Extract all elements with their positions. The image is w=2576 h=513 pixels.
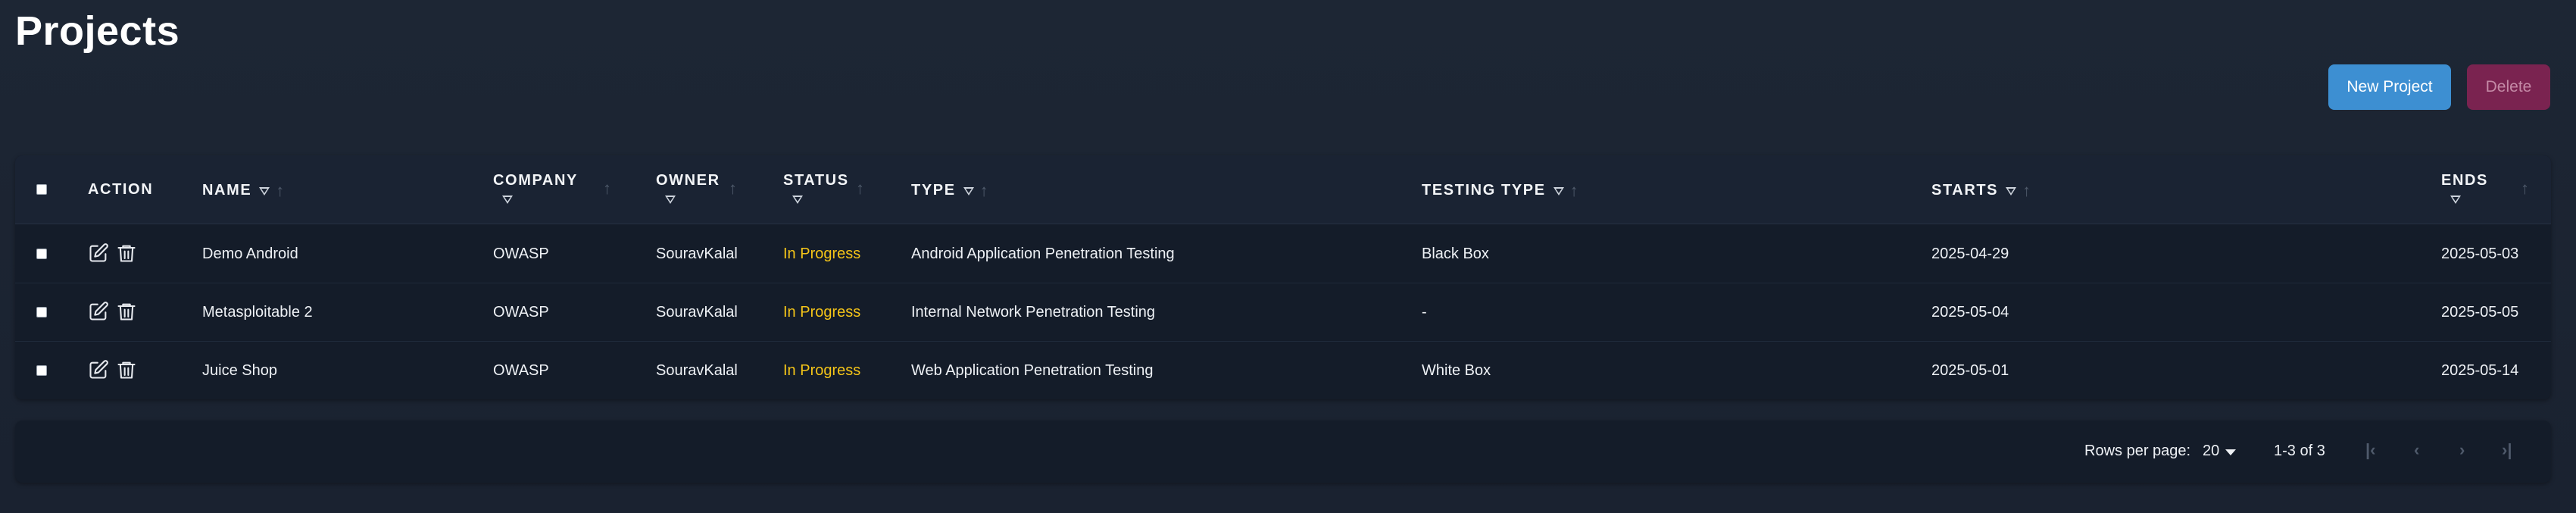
cell-type: Android Application Penetration Testing [911, 246, 1175, 262]
new-project-button[interactable]: New Project [2328, 64, 2451, 110]
trash-icon[interactable] [116, 242, 137, 264]
column-header-starts[interactable]: STARTS ↑ [1931, 181, 2032, 201]
filter-icon[interactable] [792, 196, 803, 204]
column-label-status: STATUS [783, 172, 849, 189]
cell-testing-type: Black Box [1422, 246, 1489, 262]
column-header-company[interactable]: COMPANY [493, 172, 578, 189]
filter-icon[interactable] [2006, 186, 2017, 196]
delete-button[interactable]: Delete [2467, 64, 2550, 110]
column-header-action: ACTION [88, 181, 153, 199]
column-label-type: TYPE [911, 182, 956, 199]
cell-company: OWASP [493, 246, 549, 262]
sort-arrow-icon[interactable]: ↑ [276, 181, 286, 201]
column-header-status[interactable]: STATUS [783, 172, 849, 189]
status-badge: In Progress [783, 362, 861, 379]
table-row[interactable]: Juice Shop OWASP SouravKalal In Progress… [15, 341, 2551, 399]
status-badge: In Progress [783, 304, 861, 321]
rows-per-page-label: Rows per page: [2084, 443, 2191, 459]
chevron-down-icon[interactable] [2225, 449, 2236, 455]
cell-type: Web Application Penetration Testing [911, 362, 1154, 379]
trash-icon[interactable] [116, 359, 137, 380]
cell-name[interactable]: Demo Android [202, 246, 298, 263]
cell-company: OWASP [493, 304, 549, 321]
projects-page: Projects New Project Delete ACTION NAME ↑… [0, 0, 2576, 513]
table-row[interactable]: Demo Android OWASP SouravKalal In Progre… [15, 224, 2551, 283]
cell-ends: 2025-05-14 [2441, 362, 2519, 379]
column-header-owner[interactable]: OWNER [656, 172, 720, 189]
cell-type: Internal Network Penetration Testing [911, 304, 1156, 321]
sort-arrow-icon[interactable]: ↑ [1570, 181, 1580, 201]
rows-per-page-select[interactable]: 20 [2203, 443, 2219, 460]
page-title: Projects [15, 8, 180, 54]
status-badge: In Progress [783, 246, 861, 262]
filter-icon[interactable] [2450, 196, 2461, 204]
edit-icon[interactable] [88, 359, 109, 380]
cell-testing-type: White Box [1422, 362, 1491, 379]
cell-owner: SouravKalal [656, 362, 738, 379]
column-label-name: NAME [202, 182, 252, 199]
table-header: ACTION NAME ↑ COMPANY ↑ OWNER ↑ STATUS ↑ … [15, 155, 2551, 224]
row-checkbox[interactable] [36, 249, 47, 259]
sort-arrow-icon[interactable]: ↑ [980, 181, 990, 201]
column-label-starts: STARTS [1931, 182, 1999, 199]
cell-name[interactable]: Metasploitable 2 [202, 304, 313, 321]
column-label-company: COMPANY [493, 172, 578, 189]
column-label-testing-type: TESTING TYPE [1422, 182, 1546, 199]
sort-arrow-icon[interactable]: ↑ [856, 179, 864, 199]
filter-icon[interactable] [259, 186, 270, 196]
sort-arrow-icon[interactable]: ↑ [2521, 179, 2529, 199]
cell-owner: SouravKalal [656, 304, 738, 321]
cell-starts: 2025-04-29 [1931, 246, 2009, 262]
column-label-action: ACTION [88, 181, 154, 198]
column-label-ends: ENDS [2441, 172, 2488, 189]
pagination-bar: Rows per page: 20 1-3 of 3 |‹ ‹ › ›| [15, 421, 2551, 483]
filter-icon[interactable] [665, 196, 676, 204]
trash-icon[interactable] [116, 301, 137, 322]
column-header-testing-type[interactable]: TESTING TYPE ↑ [1422, 181, 1579, 201]
sort-arrow-icon[interactable]: ↑ [2022, 181, 2032, 201]
cell-ends: 2025-05-03 [2441, 246, 2519, 262]
row-checkbox[interactable] [36, 307, 47, 317]
sort-arrow-icon[interactable]: ↑ [603, 179, 611, 199]
column-header-ends[interactable]: ENDS [2441, 172, 2488, 189]
sort-arrow-icon[interactable]: ↑ [729, 179, 737, 199]
cell-starts: 2025-05-04 [1931, 304, 2009, 321]
next-page-icon[interactable]: › [2459, 440, 2465, 460]
edit-icon[interactable] [88, 242, 109, 264]
select-all-checkbox[interactable] [36, 184, 47, 195]
page-range: 1-3 of 3 [2274, 443, 2325, 459]
cell-ends: 2025-05-05 [2441, 304, 2519, 321]
cell-owner: SouravKalal [656, 246, 738, 262]
first-page-icon[interactable]: |‹ [2365, 440, 2375, 460]
table-row[interactable]: Metasploitable 2 OWASP SouravKalal In Pr… [15, 283, 2551, 342]
last-page-icon[interactable]: ›| [2502, 440, 2512, 460]
cell-name[interactable]: Juice Shop [202, 362, 277, 380]
column-header-name[interactable]: NAME ↑ [202, 181, 286, 201]
projects-table: ACTION NAME ↑ COMPANY ↑ OWNER ↑ STATUS ↑ … [15, 155, 2551, 399]
prev-page-icon[interactable]: ‹ [2414, 440, 2419, 460]
column-header-type[interactable]: TYPE ↑ [911, 181, 989, 201]
cell-company: OWASP [493, 362, 549, 379]
filter-icon[interactable] [502, 196, 513, 204]
cell-testing-type: - [1422, 304, 1427, 321]
cell-starts: 2025-05-01 [1931, 362, 2009, 379]
filter-icon[interactable] [1553, 186, 1564, 196]
edit-icon[interactable] [88, 301, 109, 322]
column-label-owner: OWNER [656, 172, 720, 189]
row-checkbox[interactable] [36, 365, 47, 376]
filter-icon[interactable] [963, 186, 974, 196]
